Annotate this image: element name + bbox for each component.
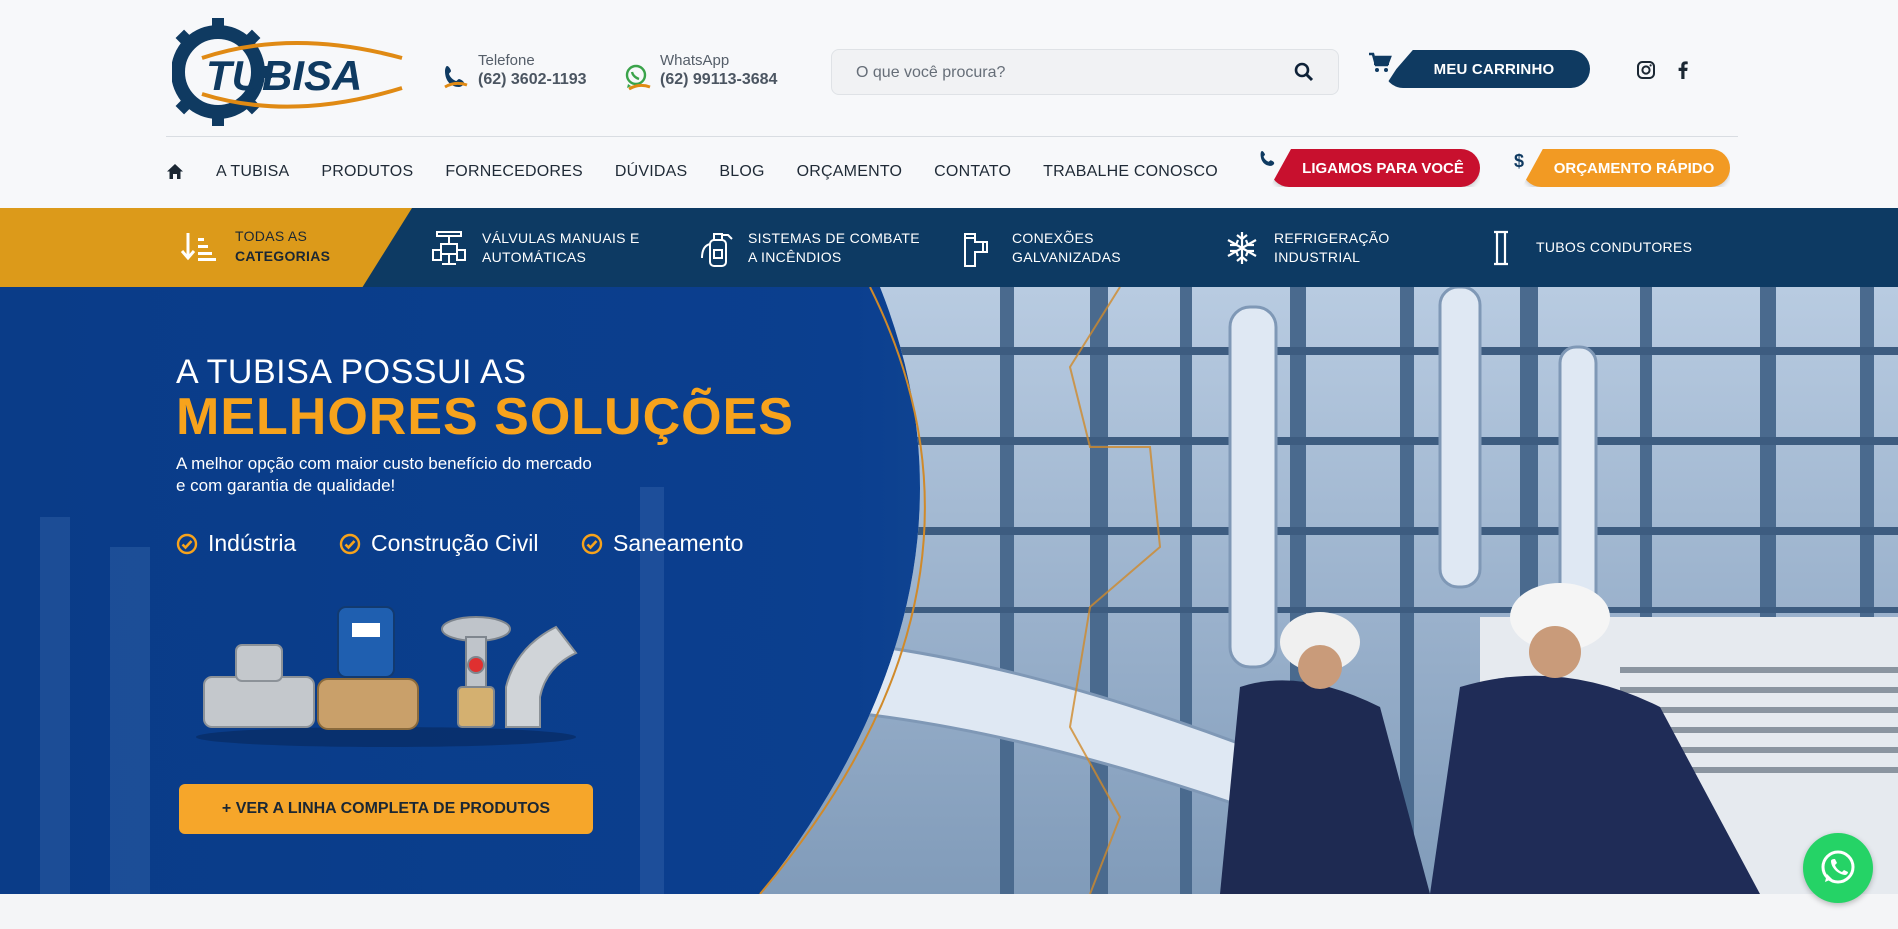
feature-label: Saneamento [613, 530, 744, 556]
fire-extinguisher-icon [698, 228, 734, 268]
category-combate-incendios[interactable]: SISTEMAS DE COMBATE A INCÊNDIOS [698, 208, 920, 287]
category-label: SISTEMAS DE COMBATE A INCÊNDIOS [748, 229, 920, 265]
call-me-button[interactable]: LIGAMOS PARA VOCÊ [1258, 148, 1480, 188]
cart-label: MEU CARRINHO [1433, 60, 1555, 78]
nav-item-orcamento[interactable]: ORÇAMENTO [797, 163, 903, 181]
search-icon[interactable] [1294, 62, 1316, 84]
phone-icon [440, 62, 470, 92]
nav-item-produtos[interactable]: PRODUTOS [321, 163, 413, 181]
whatsapp-contact[interactable]: WhatsApp (62) 99113-3684 [622, 52, 777, 92]
hero-banner: A TUBISA POSSUI AS MELHORES SOLUÇÕES A m… [0, 287, 1898, 894]
main-nav: A TUBISA PRODUTOS FORNECEDORES DÚVIDAS B… [166, 160, 1250, 184]
nav-item-trabalhe-conosco[interactable]: TRABALHE CONOSCO [1043, 163, 1218, 181]
feature-label: Indústria [208, 530, 297, 556]
category-valvulas[interactable]: VÁLVULAS MANUAIS E AUTOMÁTICAS [432, 208, 640, 287]
whatsapp-float-button[interactable] [1803, 833, 1873, 903]
cart-button[interactable]: MEU CARRINHO [1364, 50, 1590, 88]
whatsapp-label: WhatsApp [660, 52, 730, 69]
hero-desc-line2: e com garantia de qualidade! [176, 476, 396, 495]
facebook-icon[interactable] [1673, 60, 1693, 80]
snowflake-icon [1224, 228, 1260, 268]
instagram-icon[interactable] [1636, 60, 1656, 80]
nav-item-duvidas[interactable]: DÚVIDAS [615, 163, 688, 181]
category-tubos-condutores[interactable]: TUBOS CONDUTORES [1486, 208, 1692, 287]
site-header: TUBISA Telefone (62) 3602-1193 WhatsApp … [0, 0, 1898, 208]
header-divider [166, 136, 1738, 137]
nav-item-contato[interactable]: CONTATO [934, 163, 1011, 181]
hero-title: MELHORES SOLUÇÕES [176, 388, 794, 446]
dollar-icon: $ [1512, 150, 1532, 171]
category-refrigeracao[interactable]: REFRIGERAÇÃO INDUSTRIAL [1224, 208, 1390, 287]
feature-construcao-civil: Construção Civil [339, 530, 538, 557]
whatsapp-icon [1821, 850, 1855, 884]
products-image [196, 606, 578, 747]
valve-icon [432, 228, 468, 268]
phone-icon [1258, 150, 1278, 170]
svg-text:$: $ [1514, 151, 1524, 171]
all-categories-button[interactable]: TODAS AS CATEGORIAS [0, 208, 412, 287]
phone-number: (62) 3602-1193 [478, 71, 587, 88]
phone-contact[interactable]: Telefone (62) 3602-1193 [440, 52, 587, 92]
quick-quote-label: ORÇAMENTO RÁPIDO [1553, 159, 1715, 177]
whatsapp-icon [622, 62, 652, 92]
next-section-start [0, 894, 1898, 929]
nav-item-blog[interactable]: BLOG [719, 163, 764, 181]
category-label: TUBOS CONDUTORES [1536, 239, 1693, 255]
view-all-products-button[interactable]: + VER A LINHA COMPLETA DE PRODUTOS [179, 784, 593, 834]
category-bar: TODAS AS CATEGORIAS VÁLVULAS MANUAIS E A… [0, 208, 1898, 287]
sort-list-icon [180, 230, 216, 264]
tube-icon [1486, 228, 1522, 268]
category-label: VÁLVULAS MANUAIS E AUTOMÁTICAS [482, 229, 640, 265]
cart-icon [1368, 52, 1392, 74]
quick-quote-button[interactable]: ORÇAMENTO RÁPIDO $ [1512, 148, 1730, 188]
nav-item-a-tubisa[interactable]: A TUBISA [216, 163, 289, 181]
pipe-fitting-icon [962, 228, 998, 268]
search-input[interactable] [856, 62, 1276, 84]
nav-item-fornecedores[interactable]: FORNECEDORES [445, 163, 583, 181]
check-circle-icon [176, 533, 198, 554]
feature-industria: Indústria [176, 530, 296, 557]
category-label: CONEXÕES GALVANIZADAS [1012, 229, 1121, 265]
category-conexoes-galvanizadas[interactable]: CONEXÕES GALVANIZADAS [962, 208, 1121, 287]
whatsapp-number: (62) 99113-3684 [660, 71, 778, 88]
call-me-label: LIGAMOS PARA VOCÊ [1302, 159, 1464, 177]
hero-desc-line1: A melhor opção com maior custo benefício… [176, 454, 592, 473]
svg-text:TUBISA: TUBISA [206, 52, 362, 99]
all-categories-line2: CATEGORIAS [235, 248, 331, 264]
category-label: REFRIGERAÇÃO INDUSTRIAL [1274, 229, 1390, 265]
check-circle-icon [339, 533, 361, 554]
hero-description: A melhor opção com maior custo benefício… [176, 453, 656, 497]
feature-saneamento: Saneamento [581, 530, 743, 557]
search-box [831, 49, 1339, 95]
tubisa-logo[interactable]: TUBISA [164, 18, 404, 126]
phone-label: Telefone [478, 52, 535, 69]
check-circle-icon [581, 533, 603, 554]
feature-label: Construção Civil [371, 530, 539, 556]
home-icon[interactable] [166, 163, 186, 181]
all-categories-line1: TODAS AS [235, 228, 308, 244]
